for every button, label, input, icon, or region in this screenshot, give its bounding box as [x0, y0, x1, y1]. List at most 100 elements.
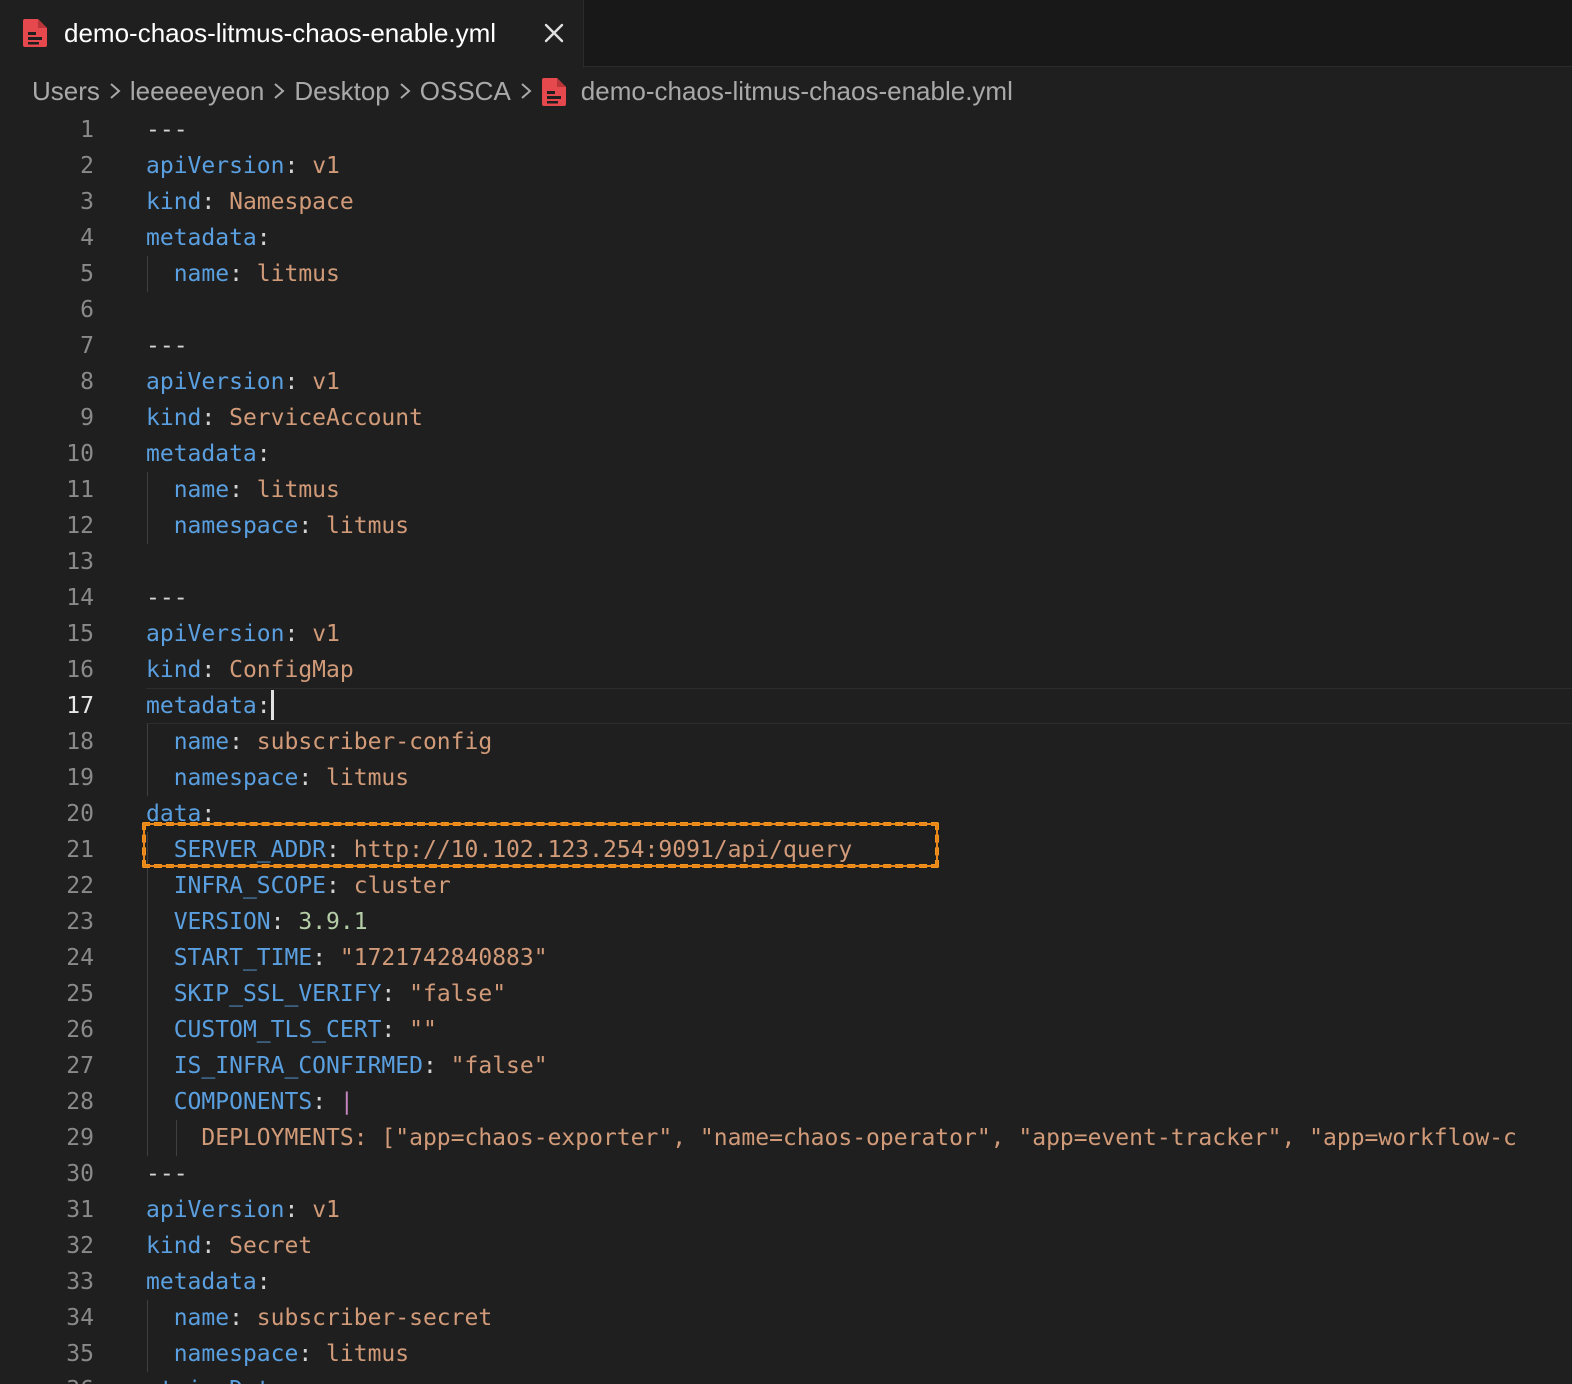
- code-line: 32 kind: Secret: [0, 1228, 1572, 1264]
- line-content: name: litmus: [173, 477, 340, 503]
- yaml-value: v1: [312, 369, 340, 395]
- code-line: 7 ---: [0, 328, 1572, 364]
- yaml-key: apiVersion: [146, 369, 285, 395]
- code-line: 23 VERSION: 3.9.1: [0, 904, 1572, 940]
- yaml-key: INFRA_SCOPE: [173, 873, 327, 899]
- line-number: 18: [66, 729, 94, 755]
- breadcrumb-item-users[interactable]: Users: [32, 76, 100, 107]
- line-content: kind: ConfigMap: [146, 657, 354, 683]
- yaml-value: Secret: [229, 1233, 313, 1259]
- line-content: ---: [146, 1156, 188, 1192]
- code-line: 28 COMPONENTS: |: [0, 1084, 1572, 1120]
- line-content: VERSION: 3.9.1: [173, 909, 368, 935]
- server-addr-highlight-box: [142, 822, 939, 868]
- line-content: namespace: litmus: [173, 1341, 410, 1367]
- chevron-right-icon: [390, 72, 420, 110]
- line-content: DEPLOYMENTS: ["app=chaos-exporter", "nam…: [146, 1120, 1516, 1156]
- code-line: 19 namespace: litmus: [0, 760, 1572, 796]
- document-separator: ---: [146, 585, 188, 611]
- line-content: stringData:: [146, 1372, 298, 1384]
- breadcrumb-item-ossca[interactable]: OSSCA: [420, 76, 511, 107]
- line-number: 27: [66, 1053, 94, 1079]
- yaml-value: v1: [312, 621, 340, 647]
- code-line: 33 metadata:: [0, 1264, 1572, 1300]
- yaml-key: apiVersion: [146, 1197, 285, 1223]
- line-number: 23: [66, 909, 94, 935]
- tab-label: demo-chaos-litmus-chaos-enable.yml: [64, 18, 497, 48]
- yaml-key: VERSION: [173, 909, 271, 935]
- document-separator: ---: [146, 333, 188, 359]
- line-number: 24: [66, 945, 94, 971]
- yaml-value: ServiceAccount: [229, 405, 423, 431]
- yaml-key: CUSTOM_TLS_CERT: [173, 1017, 382, 1043]
- yaml-value: litmus: [326, 1341, 410, 1367]
- code-line: 30 ---: [0, 1156, 1572, 1192]
- yaml-value: litmus: [326, 513, 410, 539]
- tab-demo-chaos-litmus-chaos-enable[interactable]: demo-chaos-litmus-chaos-enable.yml: [0, 0, 584, 68]
- line-number: 20: [66, 801, 94, 827]
- code-line: 29 DEPLOYMENTS: ["app=chaos-exporter", "…: [0, 1120, 1572, 1156]
- line-number: 29: [66, 1125, 94, 1151]
- line-content: name: litmus: [173, 261, 340, 287]
- yaml-key: name: [173, 729, 230, 755]
- line-number: 2: [80, 153, 94, 179]
- yaml-value: "": [409, 1017, 437, 1043]
- yaml-value: subscriber-secret: [256, 1305, 493, 1331]
- code-line: 12 namespace: litmus: [0, 508, 1572, 544]
- yaml-key: metadata: [146, 441, 257, 467]
- code-line: 25 SKIP_SSL_VERIFY: "false": [0, 976, 1572, 1012]
- yaml-value: ConfigMap: [229, 657, 354, 683]
- yaml-value: litmus: [326, 765, 410, 791]
- yaml-key: name: [173, 477, 230, 503]
- yaml-key: START_TIME: [173, 945, 313, 971]
- yaml-key: name: [173, 1305, 230, 1331]
- yaml-value: litmus: [256, 477, 340, 503]
- line-number: 17: [66, 693, 94, 719]
- code-line: 14 ---: [0, 580, 1572, 616]
- line-number: 33: [66, 1269, 94, 1295]
- document-separator: ---: [146, 117, 188, 143]
- line-content: COMPONENTS: |: [173, 1089, 354, 1115]
- line-number: 30: [66, 1161, 94, 1187]
- line-number: 31: [66, 1197, 94, 1223]
- line-content: apiVersion: v1: [146, 621, 340, 647]
- line-number: 32: [66, 1233, 94, 1259]
- yaml-value: v1: [312, 153, 340, 179]
- yaml-value: litmus: [256, 261, 340, 287]
- line-content: ---: [146, 328, 188, 364]
- text-cursor: [270, 689, 274, 720]
- line-content: kind: Namespace: [146, 189, 354, 215]
- line-content: kind: ServiceAccount: [146, 405, 423, 431]
- line-number: 14: [66, 585, 94, 611]
- code-line: 16 kind: ConfigMap: [0, 652, 1572, 688]
- code-line: 2 apiVersion: v1: [0, 148, 1572, 184]
- breadcrumb-item-desktop[interactable]: Desktop: [294, 76, 389, 107]
- line-content: START_TIME: "1721742840883": [173, 945, 548, 971]
- yaml-value: "false": [409, 981, 507, 1007]
- breadcrumb-item-file[interactable]: demo-chaos-litmus-chaos-enable.yml: [581, 76, 1013, 107]
- code-line: 36 stringData:: [0, 1372, 1572, 1384]
- yaml-block-indicator: |: [339, 1089, 354, 1115]
- close-icon[interactable]: [540, 19, 568, 47]
- yaml-key: namespace: [173, 513, 299, 539]
- yaml-key: metadata: [146, 225, 257, 251]
- line-content: name: subscriber-secret: [173, 1305, 493, 1331]
- line-number: 35: [66, 1341, 94, 1367]
- breadcrumb-item-leeeeeyeon[interactable]: leeeeeyeon: [130, 76, 264, 107]
- line-number: 16: [66, 657, 94, 683]
- line-content: namespace: litmus: [173, 513, 410, 539]
- yaml-key: namespace: [173, 1341, 299, 1367]
- code-line: 31 apiVersion: v1: [0, 1192, 1572, 1228]
- code-line: 11 name: litmus: [0, 472, 1572, 508]
- code-line: 10 metadata:: [0, 436, 1572, 472]
- line-number: 15: [66, 621, 94, 647]
- yaml-value: v1: [312, 1197, 340, 1223]
- breadcrumb: Users leeeeeyeon Desktop OSSCA demo-chao…: [32, 72, 1013, 110]
- code-editor[interactable]: 1 --- 2 apiVersion: v1 3 kind: Namespace…: [0, 112, 1572, 1384]
- yaml-key: stringData: [146, 1377, 284, 1384]
- chevron-right-icon: [100, 72, 130, 110]
- yaml-file-icon: [541, 77, 567, 107]
- code-line: 4 metadata:: [0, 220, 1572, 256]
- yaml-key: kind: [146, 657, 202, 683]
- line-number: 13: [66, 549, 94, 575]
